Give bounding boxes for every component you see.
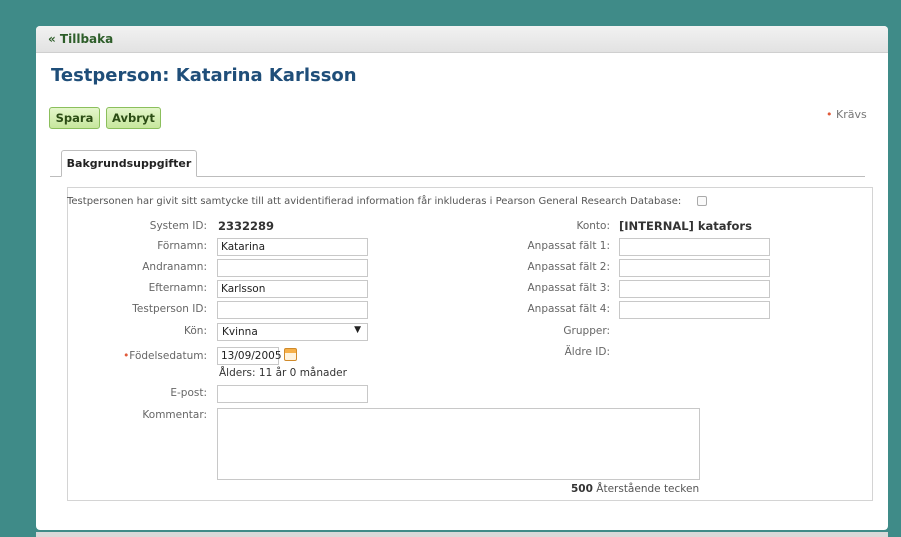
- first-name-label: Förnamn:: [157, 240, 207, 252]
- birth-date-field[interactable]: 13/09/2005: [217, 347, 282, 365]
- custom-field-2[interactable]: [619, 259, 770, 277]
- testperson-id-field[interactable]: [217, 301, 368, 319]
- remaining-chars: 500 Återstående tecken: [571, 483, 699, 495]
- custom-field-4-label: Anpassat fält 4:: [527, 303, 611, 315]
- older-id-label: Äldre ID:: [564, 346, 610, 358]
- gender-value: Kvinna: [222, 326, 258, 338]
- middle-name-field[interactable]: [217, 259, 368, 277]
- system-id-value: 2332289: [218, 219, 275, 233]
- first-name-field[interactable]: Katarina: [217, 238, 368, 256]
- required-marker: •: [826, 108, 833, 121]
- last-name-label: Efternamn:: [148, 282, 207, 294]
- consent-text: Testpersonen har givit sitt samtycke til…: [67, 196, 682, 207]
- groups-label: Grupper:: [563, 325, 610, 337]
- account-label: Konto:: [576, 220, 610, 232]
- custom-field-1-label: Anpassat fält 1:: [527, 240, 611, 252]
- comment-label: Kommentar:: [142, 409, 207, 421]
- top-bar: « Tillbaka: [36, 26, 888, 53]
- page-title: Testperson: Katarina Karlsson: [51, 65, 357, 86]
- testperson-id-label: Testperson ID:: [132, 303, 207, 315]
- remaining-count: 500: [571, 483, 593, 495]
- consent-checkbox[interactable]: [697, 196, 707, 206]
- required-legend-text: Krävs: [836, 108, 867, 121]
- birth-date-label-text: Födelsedatum:: [129, 350, 207, 362]
- birth-date-label: •Födelsedatum:: [67, 350, 207, 362]
- required-legend: • Krävs: [826, 108, 867, 121]
- gender-select[interactable]: Kvinna ▼: [217, 323, 368, 341]
- last-name-field[interactable]: Karlsson: [217, 280, 368, 298]
- age-text: Ålders: 11 år 0 månader: [219, 367, 347, 379]
- custom-field-4[interactable]: [619, 301, 770, 319]
- custom-field-2-label: Anpassat fält 2:: [527, 261, 611, 273]
- email-label: E-post:: [170, 387, 207, 399]
- custom-field-1[interactable]: [619, 238, 770, 256]
- back-link[interactable]: « Tillbaka: [48, 32, 113, 46]
- gender-label: Kön:: [184, 325, 207, 337]
- next-panel-edge: [36, 532, 888, 537]
- save-button[interactable]: Spara: [49, 107, 100, 129]
- system-id-label: System ID:: [149, 220, 207, 232]
- custom-field-3-label: Anpassat fält 3:: [527, 282, 611, 294]
- email-field[interactable]: [217, 385, 368, 403]
- account-value: [INTERNAL] katafors: [619, 219, 752, 233]
- tab-background-info[interactable]: Bakgrundsuppgifter: [61, 150, 197, 177]
- custom-field-3[interactable]: [619, 280, 770, 298]
- calendar-icon[interactable]: [284, 348, 297, 361]
- middle-name-label: Andranamn:: [142, 261, 207, 273]
- main-panel: « Tillbaka Testperson: Katarina Karlsson…: [36, 26, 888, 530]
- chevron-down-icon: ▼: [354, 325, 361, 335]
- comment-textarea[interactable]: [217, 408, 700, 480]
- cancel-button[interactable]: Avbryt: [106, 107, 161, 129]
- remaining-text: Återstående tecken: [596, 483, 700, 495]
